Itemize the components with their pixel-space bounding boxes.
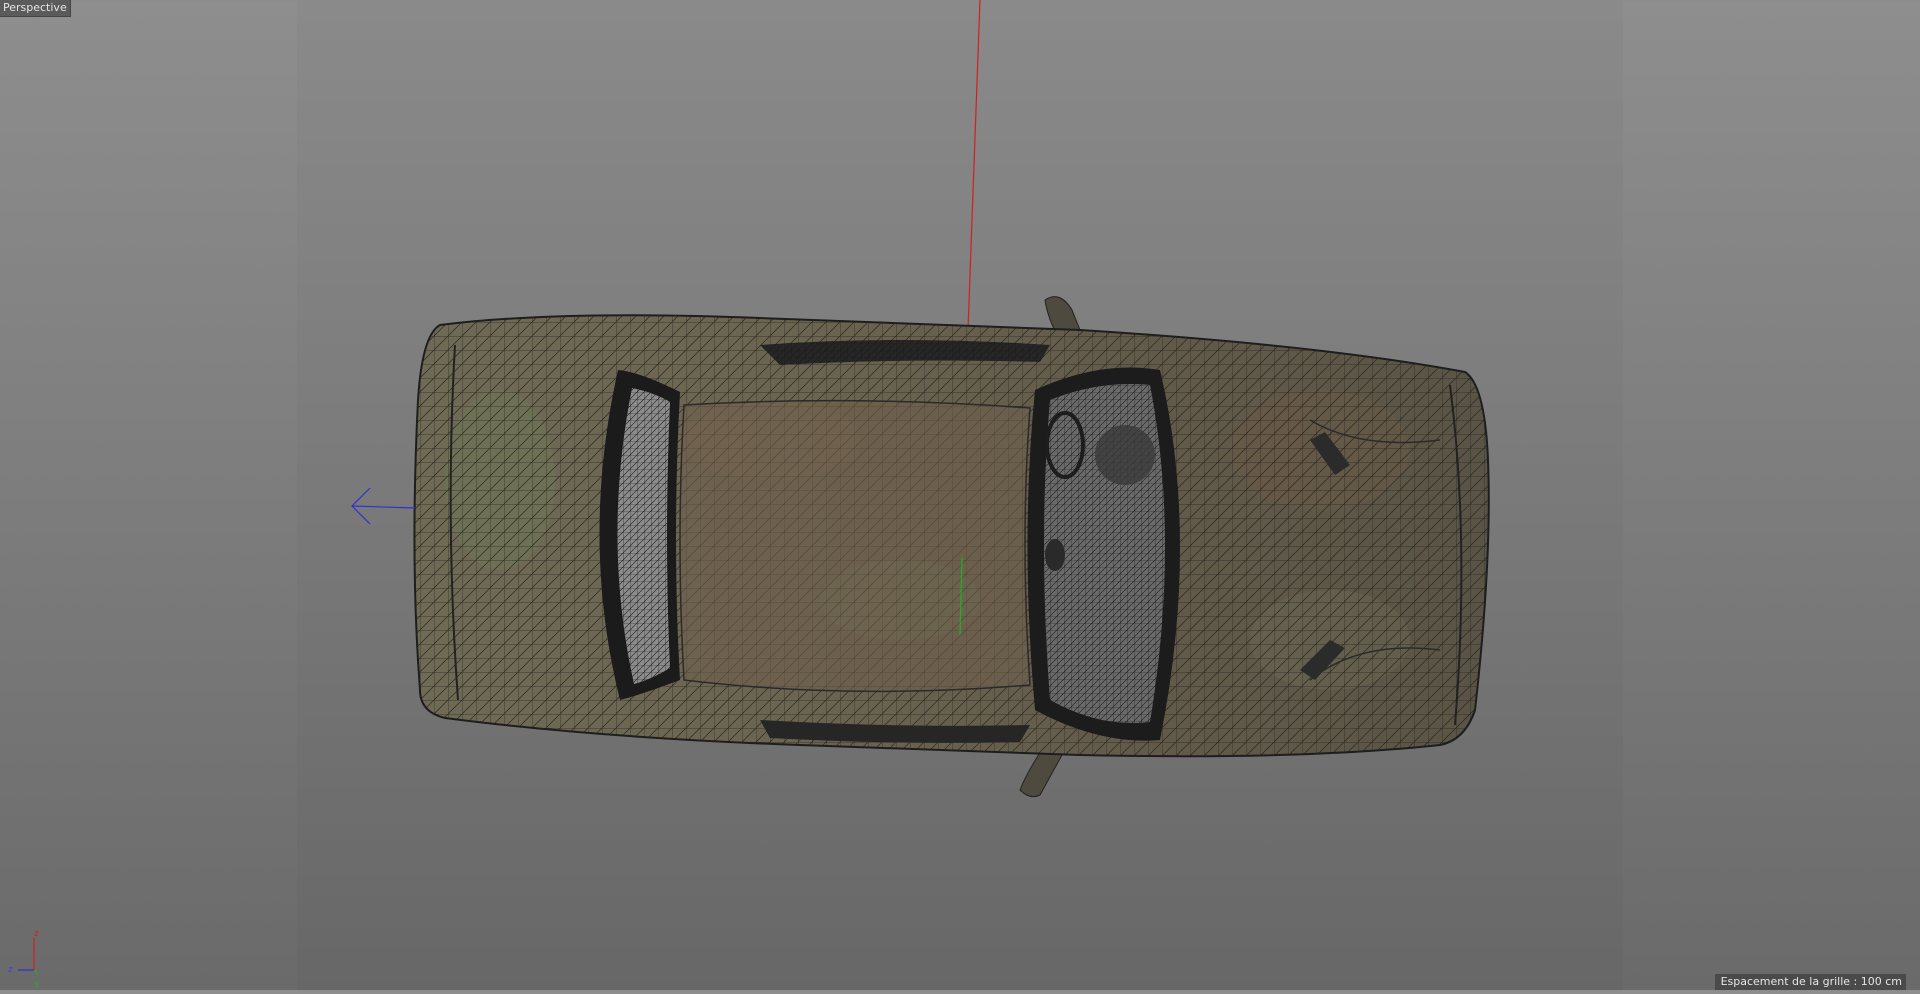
gizmo-x-label: z	[34, 929, 39, 939]
z-axis-arrow-icon	[351, 487, 416, 525]
axis-gizmo-icon: z z y	[4, 930, 44, 990]
car-model[interactable]	[413, 314, 1490, 758]
gizmo-y-label: y	[34, 979, 40, 989]
x-axis-line	[967, 0, 981, 331]
camera-label[interactable]: Perspective	[0, 0, 71, 17]
gizmo-z-label: z	[8, 965, 13, 975]
grid-spacing-info: Espacement de la grille : 100 cm	[1714, 974, 1906, 990]
roof	[680, 400, 1030, 692]
3d-viewport[interactable]: Perspective z z y Espacement de la grill…	[0, 0, 1920, 990]
scene-canvas[interactable]	[0, 0, 1920, 990]
